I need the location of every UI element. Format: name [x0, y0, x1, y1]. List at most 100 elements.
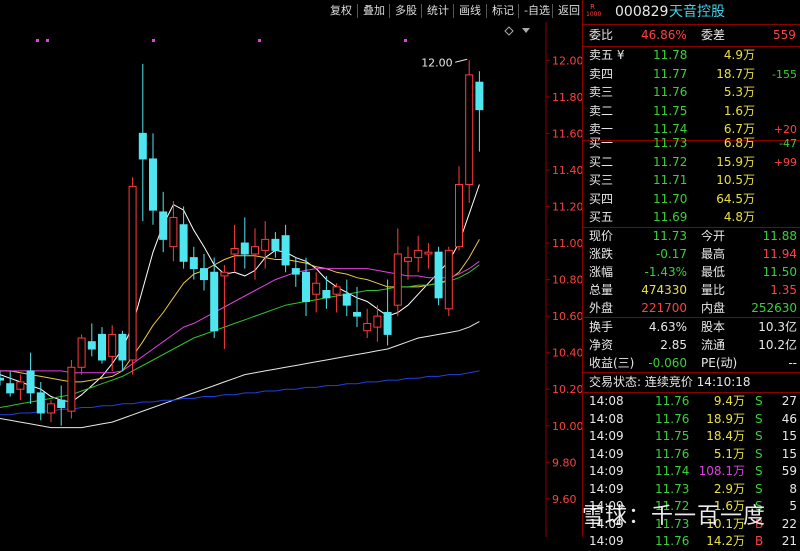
candle[interactable]: [108, 325, 117, 371]
candle[interactable]: [47, 400, 55, 423]
candle-body: [118, 333, 127, 361]
high-marker-arrow: [455, 58, 468, 63]
candle[interactable]: [465, 60, 474, 203]
candle[interactable]: [434, 246, 443, 306]
candle[interactable]: [36, 381, 45, 421]
candle[interactable]: [342, 279, 351, 317]
candle[interactable]: [230, 224, 239, 273]
high-price-marker: 12.00: [421, 56, 453, 69]
candle[interactable]: [149, 133, 157, 225]
tick-row[interactable]: 14:08 11.76 18.9万 S 46: [583, 410, 800, 429]
candle[interactable]: [404, 246, 412, 280]
candle-body: [159, 211, 168, 240]
toolbar-button-4[interactable]: 画线: [456, 3, 484, 19]
tick-row[interactable]: 14:09 11.76 5.1万 S 15: [583, 445, 800, 464]
toolbar-button-6[interactable]: -自选: [521, 3, 553, 19]
candle[interactable]: [57, 385, 66, 426]
stats-value: -1.43%: [644, 265, 687, 279]
fin-label: PE(动): [701, 356, 738, 370]
tick-time: 14:09: [589, 464, 624, 478]
candle[interactable]: [271, 232, 280, 258]
candle[interactable]: [332, 283, 341, 313]
tick-row[interactable]: 14:09 11.76 14.2万 B 21: [583, 532, 800, 551]
stats-value: 1.35: [770, 283, 797, 297]
candle[interactable]: [210, 257, 219, 339]
tick-count: 15: [781, 446, 797, 461]
candle[interactable]: [67, 359, 76, 419]
event-marker-icon[interactable]: [36, 39, 39, 42]
kline-chart-panel[interactable]: 复权 叠加 多股 统计 画线 标记 -自选 返回 12.00 11.80 11.60 11.40 11…: [0, 0, 582, 537]
tick-count: 5: [789, 499, 797, 513]
candle-body: [465, 74, 474, 186]
candle[interactable]: [6, 370, 15, 397]
candle[interactable]: [393, 228, 402, 317]
dropdown-icon[interactable]: [522, 28, 530, 33]
bids-label: 买一: [589, 136, 614, 150]
candle[interactable]: [302, 257, 310, 317]
tick-row[interactable]: 14:09 11.75 18.4万 S 15: [583, 427, 800, 446]
candle[interactable]: [189, 246, 198, 280]
bids-volume: 10.5万: [716, 173, 755, 187]
asks-row: 卖四 11.77 18.7万 -155: [583, 65, 800, 84]
candle[interactable]: [414, 235, 423, 273]
candle[interactable]: [475, 71, 484, 152]
tick-price: 11.76: [655, 534, 690, 548]
stats-label: 内盘: [701, 301, 726, 315]
toolbar-button-5[interactable]: 标记: [489, 3, 517, 19]
candle[interactable]: [200, 253, 208, 291]
event-marker-icon[interactable]: [404, 39, 407, 42]
event-marker-icon[interactable]: [46, 39, 49, 42]
toolbar-button-0[interactable]: 复权: [327, 3, 355, 19]
candle[interactable]: [240, 217, 249, 269]
candle[interactable]: [77, 334, 86, 375]
candle[interactable]: [363, 308, 372, 339]
candle[interactable]: [16, 374, 25, 401]
stats-row: 涨跌 -0.17 最高 11.94: [583, 245, 800, 264]
event-marker-icon[interactable]: [258, 39, 261, 42]
stats-value: 252630: [751, 301, 797, 315]
stats-row: 现价 11.73 今开 11.88: [583, 227, 800, 246]
candle[interactable]: [87, 323, 96, 357]
event-marker-icon[interactable]: [152, 39, 155, 42]
bids-price: 11.72: [653, 154, 688, 169]
candle[interactable]: [0, 370, 4, 386]
asks-label: 卖二: [589, 103, 614, 118]
price-tick-label: 10.60: [552, 310, 582, 323]
tick-direction: S: [755, 411, 763, 426]
candle[interactable]: [281, 224, 290, 273]
toolbar-button-1[interactable]: 叠加: [360, 3, 388, 19]
tick-direction: S: [755, 394, 763, 408]
stats-value: -0.17: [655, 247, 687, 261]
candle[interactable]: [98, 327, 106, 364]
candle[interactable]: [455, 166, 463, 251]
candlestick-chart[interactable]: 12.00 11.80 11.60 11.40 11.20 11.00 10.80 10.60…: [0, 22, 582, 537]
tick-price: 11.73: [655, 481, 690, 496]
price-tick-label: 11.60: [552, 127, 582, 140]
fin-value: 10.3亿: [758, 320, 797, 334]
candle[interactable]: [26, 352, 35, 404]
candle[interactable]: [220, 264, 229, 350]
candle[interactable]: [444, 246, 453, 317]
tick-row[interactable]: 14:09 11.74 108.1万 S 59: [583, 462, 800, 481]
toolbar-button-7[interactable]: 返回: [555, 3, 583, 19]
candle[interactable]: [118, 330, 127, 371]
diamond-icon[interactable]: [504, 26, 514, 36]
candle[interactable]: [128, 177, 137, 375]
stock-name: 天音控股: [669, 4, 725, 20]
toolbar-button-3[interactable]: 统计: [424, 3, 452, 19]
candle[interactable]: [138, 63, 147, 222]
candle[interactable]: [261, 221, 270, 269]
tick-row[interactable]: 14:09 11.73 2.9万 S 8: [583, 480, 800, 499]
candle[interactable]: [424, 243, 433, 269]
bids-volume: 6.8万: [723, 136, 755, 150]
candle-body: [455, 184, 463, 248]
toolbar-separator: [552, 4, 553, 18]
candle[interactable]: [159, 191, 168, 253]
tick-row[interactable]: 14:08 11.76 9.4万 S 27: [583, 392, 800, 411]
candle[interactable]: [312, 272, 321, 313]
toolbar-button-2[interactable]: 多股: [392, 3, 420, 19]
tick-price: 11.76: [655, 411, 690, 426]
candle-body: [373, 315, 382, 328]
toolbar-separator: [486, 4, 487, 18]
stats-value: 11.88: [762, 229, 797, 243]
